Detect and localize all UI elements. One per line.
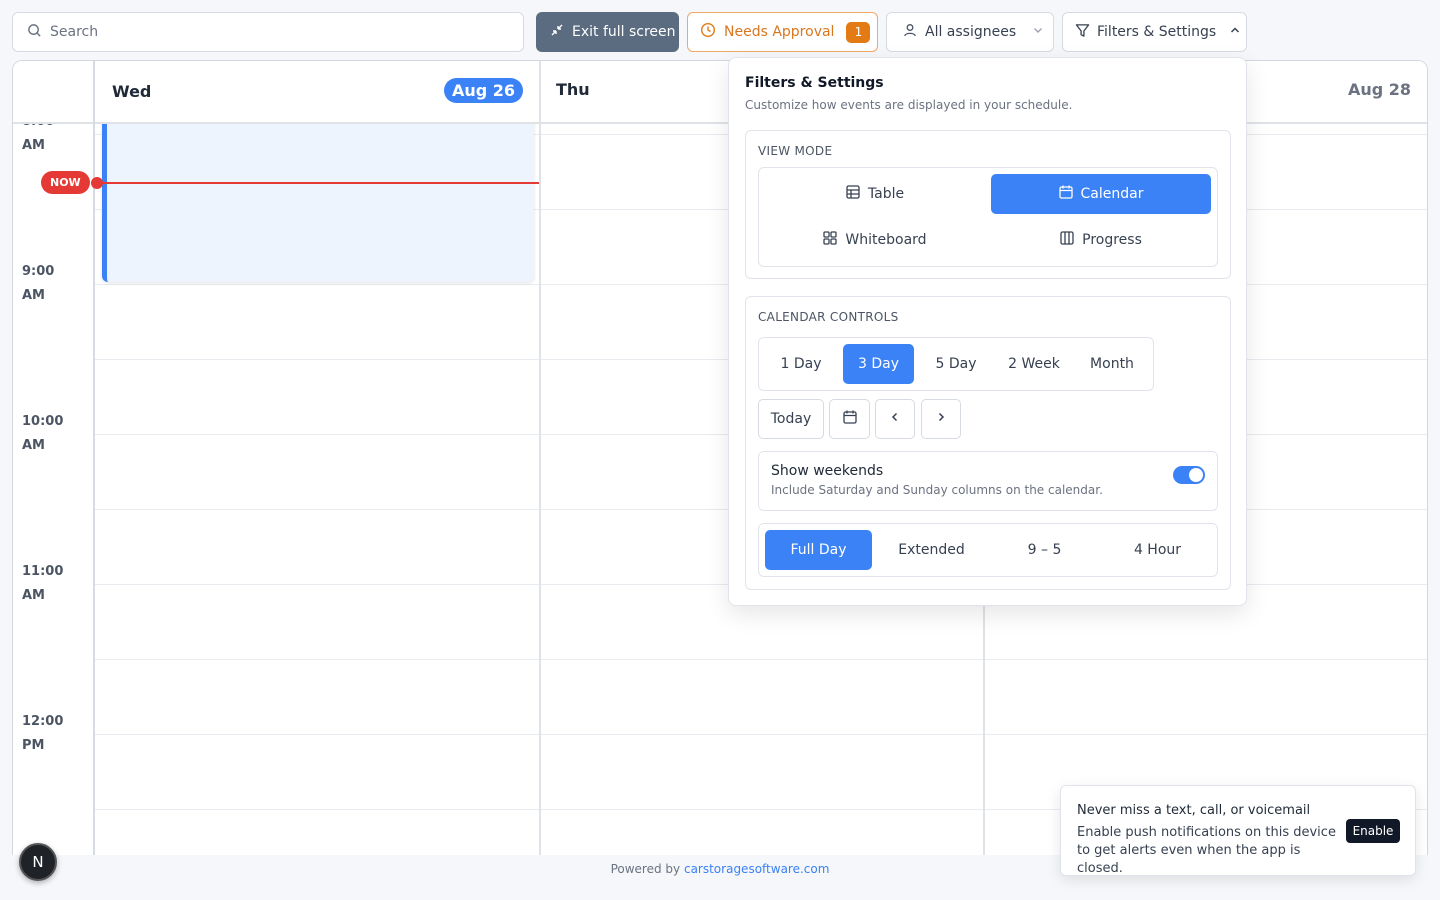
day-name: Wed bbox=[112, 82, 152, 101]
now-indicator-dot bbox=[91, 177, 103, 189]
filters-settings-popover: Filters & Settings Customize how events … bbox=[728, 57, 1247, 606]
date-picker-button[interactable] bbox=[829, 399, 870, 439]
show-weekends-title: Show weekends bbox=[771, 463, 884, 479]
span-1-day-button[interactable]: 1 Day bbox=[767, 344, 835, 384]
span-5-day-button[interactable]: 5 Day bbox=[922, 344, 990, 384]
today-button[interactable]: Today bbox=[758, 399, 824, 439]
assignees-label: All assignees bbox=[925, 24, 1017, 40]
view-mode-progress-button[interactable]: Progress bbox=[991, 220, 1211, 260]
show-weekends-toggle[interactable] bbox=[1173, 466, 1205, 484]
approval-count-badge: 1 bbox=[846, 21, 871, 43]
view-mode-table-button[interactable]: Table bbox=[765, 174, 985, 214]
span-2-week-button[interactable]: 2 Week bbox=[998, 344, 1070, 384]
time-gutter: 8:00AM 9:00AM 10:00AM 11:00AM 12:00PM bbox=[13, 114, 95, 855]
view-mode-label: VIEW MODE bbox=[758, 144, 833, 158]
now-badge: NOW bbox=[41, 171, 90, 194]
next-button[interactable] bbox=[921, 399, 961, 439]
view-mode-calendar-button[interactable]: Calendar bbox=[991, 174, 1211, 214]
day-header-wed[interactable]: Wed Aug 26 bbox=[97, 61, 539, 124]
view-mode-section: VIEW MODE Table Calendar Whiteboard Prog… bbox=[745, 130, 1231, 279]
today-date-pill: Aug 26 bbox=[443, 78, 523, 103]
user-icon bbox=[903, 23, 917, 41]
push-notification-toast: Never miss a text, call, or voicemail En… bbox=[1060, 785, 1416, 876]
span-month-button[interactable]: Month bbox=[1078, 344, 1146, 384]
day-date: Aug 28 bbox=[1347, 80, 1411, 99]
calendar-controls-label: CALENDAR CONTROLS bbox=[758, 310, 899, 324]
view-mode-calendar-label: Calendar bbox=[1080, 186, 1144, 202]
span-selector: 1 Day 3 Day 5 Day 2 Week Month bbox=[758, 337, 1154, 391]
filters-settings-button[interactable]: Filters & Settings bbox=[1062, 12, 1247, 52]
exit-fullscreen-button[interactable]: Exit full screen bbox=[536, 12, 679, 52]
time-label: 12:00 PM bbox=[22, 714, 64, 753]
powered-by-link[interactable]: carstoragesoftware.com bbox=[684, 862, 829, 876]
columns-icon bbox=[1060, 231, 1074, 249]
range-4-hour-button[interactable]: 4 Hour bbox=[1104, 530, 1211, 570]
filter-icon bbox=[1075, 23, 1090, 42]
chevron-right-icon bbox=[935, 411, 947, 427]
search-input[interactable] bbox=[50, 24, 490, 40]
time-label: 10:00 AM bbox=[22, 414, 64, 453]
now-indicator-line bbox=[97, 182, 539, 184]
minimize-icon bbox=[550, 23, 564, 41]
calendar-icon bbox=[1058, 185, 1073, 203]
range-full-day-button[interactable]: Full Day bbox=[765, 530, 872, 570]
view-mode-grid: Table Calendar Whiteboard Progress bbox=[758, 167, 1218, 267]
clock-icon bbox=[700, 22, 716, 42]
view-mode-table-label: Table bbox=[867, 186, 905, 202]
avatar[interactable]: N bbox=[19, 843, 57, 881]
chevron-up-icon bbox=[1229, 24, 1241, 40]
calendar-event[interactable] bbox=[102, 122, 534, 282]
toast-title: Never miss a text, call, or voicemail bbox=[1077, 803, 1311, 818]
view-mode-whiteboard-label: Whiteboard bbox=[845, 232, 927, 248]
time-label: 9:00 AM bbox=[22, 264, 55, 303]
time-range-selector: Full Day Extended 9 – 5 4 Hour bbox=[758, 523, 1218, 577]
day-name: Thu bbox=[556, 80, 590, 99]
grid-icon bbox=[823, 231, 838, 249]
range-9-5-button[interactable]: 9 – 5 bbox=[991, 530, 1098, 570]
exit-fullscreen-label: Exit full screen bbox=[572, 24, 676, 40]
needs-approval-button[interactable]: Needs Approval 1 bbox=[687, 12, 878, 52]
chevron-down-icon bbox=[1032, 24, 1044, 40]
span-3-day-button[interactable]: 3 Day bbox=[843, 344, 914, 384]
previous-button[interactable] bbox=[875, 399, 915, 439]
time-label: 11:00 AM bbox=[22, 564, 64, 603]
search-box[interactable] bbox=[12, 12, 524, 52]
range-extended-button[interactable]: Extended bbox=[878, 530, 985, 570]
table-icon bbox=[846, 185, 860, 203]
powered-by-text: Powered by bbox=[610, 862, 681, 876]
filters-label: Filters & Settings bbox=[1097, 24, 1217, 40]
view-mode-progress-label: Progress bbox=[1082, 232, 1142, 248]
needs-approval-label: Needs Approval bbox=[724, 24, 835, 40]
show-weekends-description: Include Saturday and Sunday columns on t… bbox=[771, 483, 1103, 497]
calendar-icon bbox=[842, 410, 857, 428]
search-icon bbox=[27, 23, 42, 42]
view-mode-whiteboard-button[interactable]: Whiteboard bbox=[765, 220, 985, 260]
time-gutter-header bbox=[13, 61, 95, 124]
toast-body: Enable push notifications on this device… bbox=[1077, 825, 1336, 876]
calendar-controls-section: CALENDAR CONTROLS 1 Day 3 Day 5 Day 2 We… bbox=[745, 296, 1231, 590]
popover-subtitle: Customize how events are displayed in yo… bbox=[745, 98, 1073, 112]
popover-title: Filters & Settings bbox=[745, 75, 884, 91]
assignees-dropdown[interactable]: All assignees bbox=[886, 12, 1054, 52]
chevron-left-icon bbox=[889, 411, 901, 427]
enable-notifications-button[interactable]: Enable bbox=[1346, 819, 1400, 843]
show-weekends-row: Show weekends Include Saturday and Sunda… bbox=[758, 451, 1218, 511]
